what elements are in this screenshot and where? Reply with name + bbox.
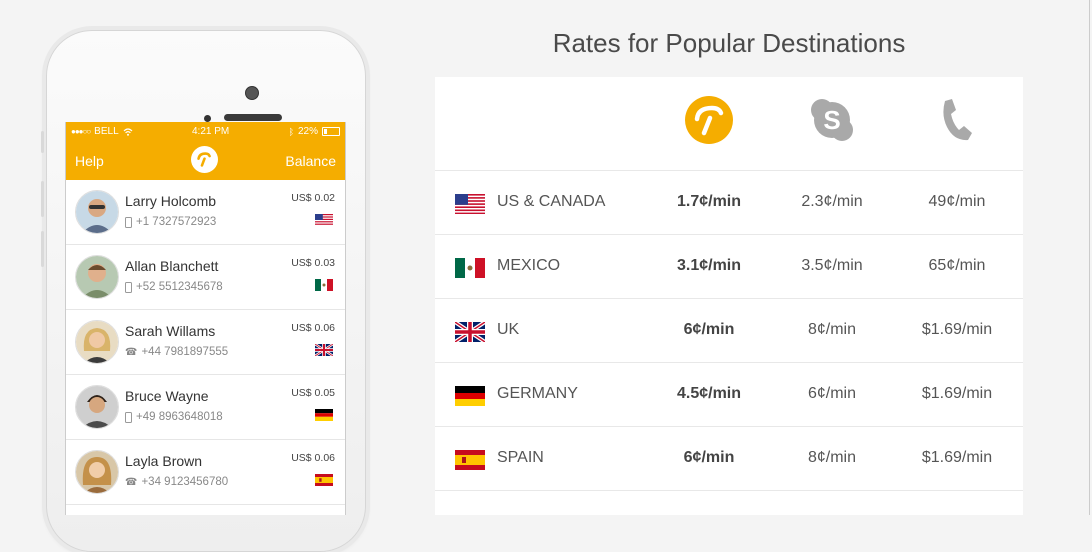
contact-name: Larry Holcomb bbox=[125, 193, 217, 209]
app-rate: 4.5¢/min bbox=[676, 385, 742, 402]
landline-icon: ☎ bbox=[125, 476, 138, 488]
contact-row[interactable]: Sarah Willams ☎ +44 7981897555 US$ 0.06 bbox=[66, 310, 345, 375]
contact-number-line: ☎ +34 9123456780 bbox=[125, 476, 228, 488]
table-row: GERMANY 4.5¢/min 6¢/min $1.69/min bbox=[435, 363, 1023, 427]
volume-up-button bbox=[41, 181, 44, 217]
contact-price: US$ 0.06 bbox=[291, 452, 335, 464]
app-header: Help Balance bbox=[66, 141, 345, 180]
carrier-label: BELL bbox=[94, 126, 119, 137]
battery-icon bbox=[322, 127, 340, 136]
country-name: US & CANADA bbox=[497, 193, 606, 210]
contact-price: US$ 0.03 bbox=[291, 257, 335, 269]
signal-icon: ●●●○○ bbox=[71, 127, 91, 136]
contact-name: Allan Blanchett bbox=[125, 258, 219, 274]
skype-rate: 8¢/min bbox=[807, 449, 857, 466]
germany-flag bbox=[315, 409, 333, 421]
contact-number: +49 8963648018 bbox=[136, 411, 223, 423]
contact-number-line: +1 7327572923 bbox=[125, 216, 216, 228]
mobile-icon bbox=[125, 411, 132, 423]
avatar bbox=[75, 450, 119, 494]
spain-flag bbox=[455, 450, 485, 470]
table-row: SPAIN 6¢/min 8¢/min $1.69/min bbox=[435, 427, 1023, 491]
app-rate: 6¢/min bbox=[683, 449, 735, 466]
speaker-grille bbox=[224, 114, 282, 121]
avatar bbox=[75, 385, 119, 429]
skype-rate: 8¢/min bbox=[807, 321, 857, 338]
mexico-flag bbox=[315, 279, 333, 291]
table-header: S bbox=[435, 77, 1023, 171]
phone-screen: ●●●○○ BELL 4:21 PM ᛒ 22% Help Balance La… bbox=[65, 122, 346, 515]
app-logo-icon bbox=[191, 146, 218, 173]
contact-price: US$ 0.02 bbox=[291, 192, 335, 204]
contact-number: +1 7327572923 bbox=[136, 216, 217, 228]
skype-rate: 3.5¢/min bbox=[801, 257, 863, 274]
contact-name: Layla Brown bbox=[125, 453, 203, 469]
volume-down-button bbox=[41, 231, 44, 267]
germany-flag bbox=[455, 386, 485, 406]
app-rate: 6¢/min bbox=[683, 321, 735, 338]
us-flag bbox=[455, 194, 485, 214]
phone-rate: $1.69/min bbox=[921, 321, 993, 338]
contact-price: US$ 0.05 bbox=[291, 387, 335, 399]
app-rate: 3.1¢/min bbox=[676, 257, 742, 274]
avatar bbox=[75, 320, 119, 364]
contact-price: US$ 0.06 bbox=[291, 322, 335, 334]
sensor-icon bbox=[204, 115, 211, 122]
app-rate: 1.7¢/min bbox=[676, 193, 742, 210]
wifi-icon bbox=[123, 127, 133, 136]
mexico-flag bbox=[455, 258, 485, 278]
battery-percent: 22% bbox=[297, 126, 318, 137]
contact-row[interactable]: Larry Holcomb +1 7327572923 US$ 0.02 bbox=[66, 180, 345, 245]
country-name: UK bbox=[497, 321, 520, 338]
camera-icon bbox=[245, 86, 259, 100]
contact-name: Bruce Wayne bbox=[125, 388, 209, 404]
page-title: Rates for Popular Destinations bbox=[552, 28, 906, 58]
contact-number-line: +49 8963648018 bbox=[125, 411, 223, 423]
contact-number: +34 9123456780 bbox=[141, 476, 229, 488]
avatar bbox=[75, 255, 119, 299]
status-time: 4:21 PM bbox=[191, 126, 230, 137]
phone-rate: 49¢/min bbox=[928, 193, 986, 210]
uk-flag bbox=[455, 322, 485, 342]
mute-switch bbox=[41, 131, 44, 153]
svg-text:S: S bbox=[823, 105, 840, 135]
uk-flag bbox=[315, 344, 333, 356]
contact-name: Sarah Willams bbox=[125, 323, 216, 339]
mobile-icon bbox=[125, 281, 132, 293]
contact-number-line: ☎ +44 7981897555 bbox=[125, 346, 228, 358]
bluetooth-icon: ᛒ bbox=[288, 126, 294, 137]
table-row: MEXICO 3.1¢/min 3.5¢/min 65¢/min bbox=[435, 235, 1023, 299]
mobile-icon bbox=[125, 216, 132, 228]
app-logo-icon bbox=[684, 95, 734, 145]
contact-row[interactable]: Layla Brown ☎ +34 9123456780 US$ 0.06 bbox=[66, 440, 345, 505]
skype-icon: S bbox=[807, 95, 857, 145]
frame-border bbox=[1089, 0, 1090, 515]
landline-icon: ☎ bbox=[125, 346, 138, 358]
phone-rate: 65¢/min bbox=[928, 257, 986, 274]
country-name: SPAIN bbox=[497, 449, 544, 466]
contact-number-line: +52 5512345678 bbox=[125, 281, 223, 293]
skype-rate: 2.3¢/min bbox=[801, 193, 863, 210]
country-name: GERMANY bbox=[497, 385, 578, 402]
avatar bbox=[75, 190, 119, 234]
country-name: MEXICO bbox=[497, 257, 561, 274]
phone-rate: $1.69/min bbox=[921, 385, 993, 402]
contact-number: +52 5512345678 bbox=[136, 281, 223, 293]
help-button[interactable]: Help bbox=[75, 153, 104, 169]
contact-row[interactable]: Bruce Wayne +49 8963648018 US$ 0.05 bbox=[66, 375, 345, 440]
status-bar: ●●●○○ BELL 4:21 PM ᛒ 22% bbox=[66, 122, 345, 141]
contact-number: +44 7981897555 bbox=[141, 346, 229, 358]
phone-rate: $1.69/min bbox=[921, 449, 993, 466]
contact-row[interactable]: Allan Blanchett +52 5512345678 US$ 0.03 bbox=[66, 245, 345, 310]
table-row: UK 6¢/min 8¢/min $1.69/min bbox=[435, 299, 1023, 363]
balance-button[interactable]: Balance bbox=[285, 153, 336, 169]
phone-handset-icon bbox=[932, 95, 982, 145]
skype-rate: 6¢/min bbox=[807, 385, 857, 402]
us-flag bbox=[315, 214, 333, 226]
rates-table: S US & CANADA 1.7¢/min 2.3¢/min 49¢/min … bbox=[435, 77, 1023, 515]
table-row: US & CANADA 1.7¢/min 2.3¢/min 49¢/min bbox=[435, 171, 1023, 235]
spain-flag bbox=[315, 474, 333, 486]
